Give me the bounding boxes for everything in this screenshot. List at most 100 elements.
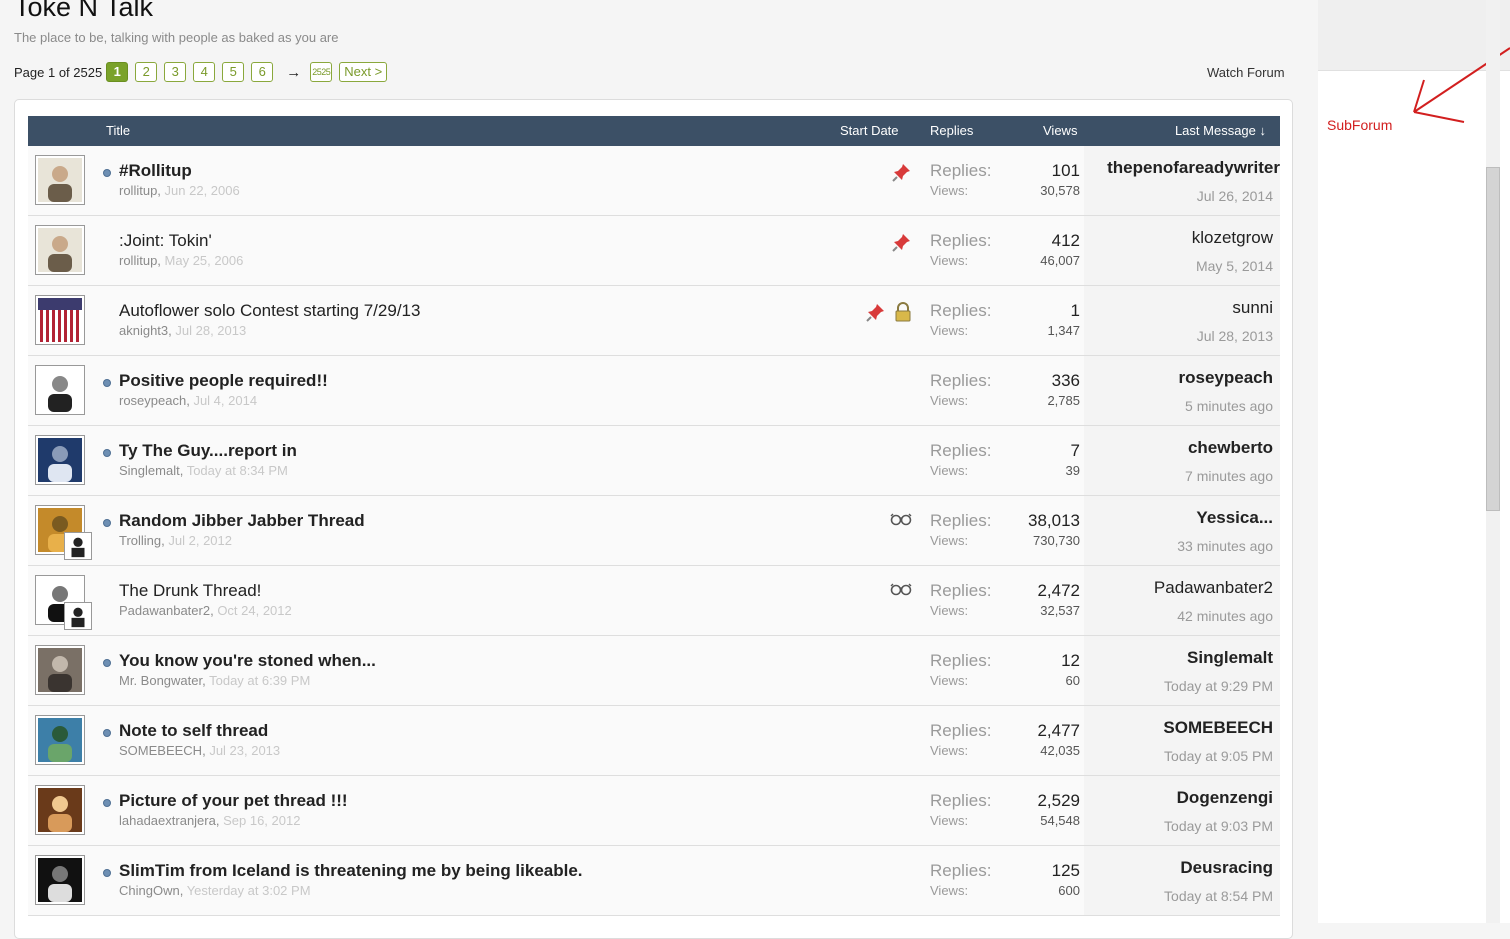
header-last-message[interactable]: Last Message ↓ xyxy=(1175,123,1266,138)
thread-title[interactable]: #Rollitup xyxy=(119,161,192,181)
thread-start-date[interactable]: Yesterday at 3:02 PM xyxy=(187,883,311,898)
thread-author[interactable]: lahadaextranjera xyxy=(119,813,216,828)
page-link-current[interactable]: 1 xyxy=(106,62,129,82)
thread-author[interactable]: Singlemalt xyxy=(119,463,180,478)
last-poster-avatar[interactable] xyxy=(64,532,92,560)
header-title[interactable]: Title xyxy=(106,123,130,138)
last-post-time[interactable]: 42 minutes ago xyxy=(1177,608,1273,624)
thread-title[interactable]: Random Jibber Jabber Thread xyxy=(119,511,365,531)
last-post-time[interactable]: Jul 26, 2014 xyxy=(1197,188,1273,204)
last-post-time[interactable]: Today at 8:54 PM xyxy=(1164,888,1273,904)
thread-start-date[interactable]: Jul 23, 2013 xyxy=(209,743,280,758)
thread-row[interactable]: Autoflower solo Contest starting 7/29/13… xyxy=(28,286,1280,356)
thread-row[interactable]: You know you're stoned when... Mr. Bongw… xyxy=(28,636,1280,706)
watch-forum-link[interactable]: Watch Forum xyxy=(1207,65,1285,80)
thread-author[interactable]: rollitup xyxy=(119,253,157,268)
thread-author[interactable]: rollitup xyxy=(119,183,157,198)
last-poster-name[interactable]: SOMEBEECH xyxy=(1163,718,1273,738)
thread-start-date[interactable]: Jul 4, 2014 xyxy=(193,393,257,408)
thread-title[interactable]: :Joint: Tokin' xyxy=(119,231,212,251)
page-jump-arrow[interactable]: → xyxy=(286,64,301,81)
header-views[interactable]: Views xyxy=(1043,123,1077,138)
last-post-time[interactable]: May 5, 2014 xyxy=(1196,258,1273,274)
last-post-time[interactable]: 33 minutes ago xyxy=(1177,538,1273,554)
last-post-time[interactable]: 7 minutes ago xyxy=(1185,468,1273,484)
thread-author[interactable]: Trolling xyxy=(119,533,161,548)
page-link[interactable]: 5 xyxy=(222,62,245,82)
author-avatar[interactable] xyxy=(35,785,85,835)
author-avatar[interactable] xyxy=(35,365,85,415)
unread-indicator-icon xyxy=(103,519,111,527)
last-poster-name[interactable]: klozetgrow xyxy=(1192,228,1273,248)
thread-meta: ChingOwn, Yesterday at 3:02 PM xyxy=(119,883,311,898)
author-avatar[interactable] xyxy=(35,435,85,485)
page-link[interactable]: 2 xyxy=(135,62,158,82)
last-post-time[interactable]: Today at 9:05 PM xyxy=(1164,748,1273,764)
unread-indicator-icon xyxy=(103,379,111,387)
last-post-time[interactable]: 5 minutes ago xyxy=(1185,398,1273,414)
page-link[interactable]: 4 xyxy=(193,62,216,82)
thread-title[interactable]: You know you're stoned when... xyxy=(119,651,376,671)
thread-author[interactable]: Padawanbater2 xyxy=(119,603,210,618)
thread-start-date[interactable]: Jun 22, 2006 xyxy=(165,183,240,198)
last-post-time[interactable]: Jul 28, 2013 xyxy=(1197,328,1273,344)
last-poster-name[interactable]: thepenofareadywriter xyxy=(1107,158,1280,178)
page-link-last[interactable]: 2525 xyxy=(310,62,333,82)
thread-author[interactable]: aknight3 xyxy=(119,323,168,338)
author-avatar[interactable] xyxy=(35,225,85,275)
thread-row[interactable]: SlimTim from Iceland is threatening me b… xyxy=(28,846,1280,916)
thread-author[interactable]: SOMEBEECH xyxy=(119,743,202,758)
thread-start-date[interactable]: May 25, 2006 xyxy=(165,253,244,268)
author-avatar[interactable] xyxy=(35,645,85,695)
thread-start-date[interactable]: Jul 28, 2013 xyxy=(175,323,246,338)
last-message-cell xyxy=(1084,286,1280,355)
thread-row[interactable]: Random Jibber Jabber Thread Trolling, Ju… xyxy=(28,496,1280,566)
thread-start-date[interactable]: Today at 6:39 PM xyxy=(209,673,310,688)
scrollbar-thumb[interactable] xyxy=(1486,167,1500,511)
last-poster-name[interactable]: Singlemalt xyxy=(1187,648,1273,668)
thread-title[interactable]: The Drunk Thread! xyxy=(119,581,261,601)
thread-start-date[interactable]: Oct 24, 2012 xyxy=(217,603,291,618)
replies-count: 101 xyxy=(1051,161,1080,180)
last-poster-avatar[interactable] xyxy=(64,602,92,630)
thread-row[interactable]: Note to self thread SOMEBEECH, Jul 23, 2… xyxy=(28,706,1280,776)
last-post-time[interactable]: Today at 9:03 PM xyxy=(1164,818,1273,834)
unread-indicator-icon xyxy=(103,449,111,457)
last-post-time[interactable]: Today at 9:29 PM xyxy=(1164,678,1273,694)
thread-title[interactable]: Autoflower solo Contest starting 7/29/13 xyxy=(119,301,420,321)
thread-row[interactable]: #Rollitup rollitup, Jun 22, 2006 Replies… xyxy=(28,146,1280,216)
thread-title[interactable]: Ty The Guy....report in xyxy=(119,441,297,461)
author-avatar[interactable] xyxy=(35,295,85,345)
thread-row[interactable]: Positive people required!! roseypeach, J… xyxy=(28,356,1280,426)
author-avatar[interactable] xyxy=(35,855,85,905)
last-poster-name[interactable]: Padawanbater2 xyxy=(1154,578,1273,598)
thread-author[interactable]: ChingOwn xyxy=(119,883,180,898)
author-avatar[interactable] xyxy=(35,715,85,765)
thread-title[interactable]: Positive people required!! xyxy=(119,371,328,391)
header-start-date[interactable]: Start Date xyxy=(840,123,899,138)
last-poster-name[interactable]: chewberto xyxy=(1188,438,1273,458)
page-link[interactable]: 3 xyxy=(164,62,187,82)
thread-row[interactable]: Picture of your pet thread !!! lahadaext… xyxy=(28,776,1280,846)
thread-row[interactable]: Ty The Guy....report in Singlemalt, Toda… xyxy=(28,426,1280,496)
last-poster-name[interactable]: Yessica... xyxy=(1196,508,1273,528)
next-page-button[interactable]: Next > xyxy=(339,62,388,82)
author-avatar[interactable] xyxy=(35,155,85,205)
views-count: 32,537 xyxy=(1040,603,1080,618)
thread-title[interactable]: Note to self thread xyxy=(119,721,268,741)
thread-row[interactable]: The Drunk Thread! Padawanbater2, Oct 24,… xyxy=(28,566,1280,636)
last-poster-name[interactable]: Dogenzengi xyxy=(1177,788,1273,808)
thread-start-date[interactable]: Sep 16, 2012 xyxy=(223,813,300,828)
page-link[interactable]: 6 xyxy=(251,62,274,82)
thread-start-date[interactable]: Jul 2, 2012 xyxy=(168,533,232,548)
last-poster-name[interactable]: roseypeach xyxy=(1179,368,1274,388)
thread-title[interactable]: Picture of your pet thread !!! xyxy=(119,791,348,811)
last-poster-name[interactable]: Deusracing xyxy=(1180,858,1273,878)
last-poster-name[interactable]: sunni xyxy=(1232,298,1273,318)
thread-start-date[interactable]: Today at 8:34 PM xyxy=(187,463,288,478)
thread-row[interactable]: :Joint: Tokin' rollitup, May 25, 2006 Re… xyxy=(28,216,1280,286)
thread-author[interactable]: roseypeach xyxy=(119,393,186,408)
thread-author[interactable]: Mr. Bongwater xyxy=(119,673,202,688)
header-replies[interactable]: Replies xyxy=(930,123,973,138)
thread-title[interactable]: SlimTim from Iceland is threatening me b… xyxy=(119,861,583,881)
